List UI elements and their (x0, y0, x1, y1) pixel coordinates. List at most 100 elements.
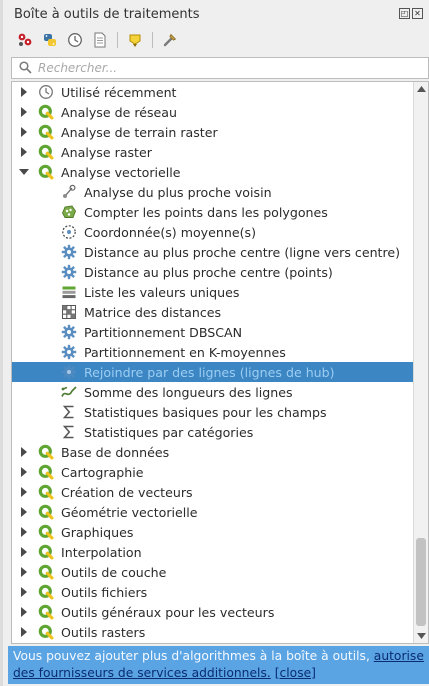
provider-analyse-de-terrain-raster[interactable]: Analyse de terrain raster (12, 122, 414, 142)
collapse-arrow-icon[interactable] (19, 167, 29, 177)
provider-outils-de-couche[interactable]: Outils de couche (12, 562, 414, 582)
provider-analyse-raster[interactable]: Analyse raster (12, 142, 414, 162)
expand-arrow-icon[interactable] (19, 627, 29, 637)
tree-item-label: Analyse du plus proche voisin (84, 185, 272, 200)
tree-item-label: Base de données (61, 445, 170, 460)
algorithm-somme-des-longueurs-des-lignes[interactable]: Somme des longueurs des lignes (12, 382, 414, 402)
tree-item-label: Analyse de réseau (61, 105, 177, 120)
float-panel-icon[interactable]: ◰ (399, 8, 410, 19)
tree-item-label: Matrice des distances (84, 305, 222, 320)
close-notice-link[interactable]: [close] (275, 666, 316, 680)
provider-outils-fichiers[interactable]: Outils fichiers (12, 582, 414, 602)
tree-item-label: Analyse vectorielle (61, 165, 181, 180)
expand-arrow-icon[interactable] (19, 107, 29, 117)
tree-item-label: Cartographie (61, 465, 144, 480)
qgis-icon (38, 444, 54, 460)
tree-item-label: Outils fichiers (61, 585, 148, 600)
sigma-icon (61, 424, 77, 440)
gear-icon (61, 244, 77, 260)
toolbar-separator (117, 32, 118, 48)
notice-text: Vous pouvez ajouter plus d'algorithmes à… (13, 649, 374, 663)
tree-item-label: Analyse de terrain raster (61, 125, 218, 140)
qgis-icon (38, 524, 54, 540)
expand-arrow-icon[interactable] (19, 467, 29, 477)
provider-outils-rasters[interactable]: Outils rasters (12, 622, 414, 642)
algorithm-distance-au-plus-proche-centre-ligne-vers-centre[interactable]: Distance au plus proche centre (ligne ve… (12, 242, 414, 262)
provider-graphiques[interactable]: Graphiques (12, 522, 414, 542)
algorithm-rejoindre-par-des-lignes-lignes-de-hub[interactable]: Rejoindre par des lignes (lignes de hub) (12, 362, 414, 382)
history-icon[interactable] (66, 31, 84, 49)
qgis-icon (38, 104, 54, 120)
panel-title: Boîte à outils de traitements (14, 7, 200, 22)
expand-arrow-icon[interactable] (19, 567, 29, 577)
algorithm-statistiques-basiques-pour-les-champs[interactable]: Statistiques basiques pour les champs (12, 402, 414, 422)
sigma-icon (61, 404, 77, 420)
tree-item-label: Coordonnée(s) moyenne(s) (84, 225, 256, 240)
scroll-up-arrow-icon[interactable] (414, 82, 428, 96)
expand-arrow-icon[interactable] (19, 527, 29, 537)
tree-item-label: Analyse raster (61, 145, 152, 160)
expand-arrow-icon[interactable] (19, 487, 29, 497)
python-icon[interactable] (41, 31, 59, 49)
qgis-icon (38, 584, 54, 600)
title-buttons: ◰ ✕ (399, 8, 423, 19)
expand-arrow-icon[interactable] (19, 607, 29, 617)
qgis-icon (38, 544, 54, 560)
unique-values-icon (61, 284, 77, 300)
expand-arrow-icon[interactable] (19, 547, 29, 557)
scrollbar-thumb[interactable] (416, 538, 426, 626)
expand-arrow-icon[interactable] (19, 87, 29, 97)
tree-item-label: Distance au plus proche centre (ligne ve… (84, 245, 401, 260)
qgis-icon (38, 604, 54, 620)
tree-item-label: Partitionnement en K-moyennes (84, 345, 286, 360)
tree-item-label: Compter les points dans les polygones (84, 205, 328, 220)
sum-lengths-icon (61, 384, 77, 400)
tree-rows: Utilisé récemment Analyse de réseau Analys… (12, 82, 414, 642)
expand-arrow-icon[interactable] (19, 507, 29, 517)
algorithm-matrice-des-distances[interactable]: Matrice des distances (12, 302, 414, 322)
algorithm-distance-au-plus-proche-centre-points[interactable]: Distance au plus proche centre (points) (12, 262, 414, 282)
algorithm-coordonnee-s-moyenne-s[interactable]: Coordonnée(s) moyenne(s) (12, 222, 414, 242)
expand-arrow-icon[interactable] (19, 447, 29, 457)
count-points-icon (61, 204, 77, 220)
distance-matrix-icon (61, 304, 77, 320)
tree-item-label: Outils rasters (61, 625, 146, 640)
algorithm-partitionnement-en-k-moyennes[interactable]: Partitionnement en K-moyennes (12, 342, 414, 362)
provider-outils-generaux-pour-les-vecteurs[interactable]: Outils généraux pour les vecteurs (12, 602, 414, 622)
tree-item-label: Liste les valeurs uniques (84, 285, 240, 300)
provider-base-de-donnees[interactable]: Base de données (12, 442, 414, 462)
results-icon[interactable] (91, 31, 109, 49)
close-panel-icon[interactable]: ✕ (412, 8, 423, 19)
options-icon[interactable] (161, 31, 179, 49)
search-box (11, 57, 429, 79)
expand-arrow-icon[interactable] (19, 147, 29, 157)
provider-cartographie[interactable]: Cartographie (12, 462, 414, 482)
algorithm-liste-les-valeurs-uniques[interactable]: Liste les valeurs uniques (12, 282, 414, 302)
provider-creation-de-vecteurs[interactable]: Création de vecteurs (12, 482, 414, 502)
algorithm-statistiques-par-categories[interactable]: Statistiques par catégories (12, 422, 414, 442)
gear-icon (61, 364, 77, 380)
expand-arrow-icon[interactable] (19, 587, 29, 597)
models-icon[interactable] (16, 31, 34, 49)
provider-geometrie-vectorielle[interactable]: Géométrie vectorielle (12, 502, 414, 522)
provider-interpolation[interactable]: Interpolation (12, 542, 414, 562)
provider-analyse-vectorielle[interactable]: Analyse vectorielle (12, 162, 414, 182)
scroll-down-arrow-icon[interactable] (414, 629, 428, 643)
algorithm-compter-les-points-dans-les-polygones[interactable]: Compter les points dans les polygones (12, 202, 414, 222)
toolbar-separator (152, 32, 153, 48)
qgis-icon (38, 164, 54, 180)
algorithm-tree: Utilisé récemment Analyse de réseau Analys… (11, 81, 429, 644)
edit-rendering-styles-icon[interactable] (126, 31, 144, 49)
provider-utilise-recemment[interactable]: Utilisé récemment (12, 82, 414, 102)
algorithm-partitionnement-dbscan[interactable]: Partitionnement DBSCAN (12, 322, 414, 342)
provider-analyse-de-reseau[interactable]: Analyse de réseau (12, 102, 414, 122)
gear-icon (61, 324, 77, 340)
qgis-icon (38, 504, 54, 520)
expand-arrow-icon[interactable] (19, 127, 29, 137)
tree-scrollbar[interactable] (413, 82, 428, 643)
tree-item-label: Outils généraux pour les vecteurs (61, 605, 275, 620)
tree-item-label: Partitionnement DBSCAN (84, 325, 243, 340)
search-input[interactable] (38, 60, 418, 76)
tree-item-label: Création de vecteurs (61, 485, 193, 500)
algorithm-analyse-du-plus-proche-voisin[interactable]: Analyse du plus proche voisin (12, 182, 414, 202)
